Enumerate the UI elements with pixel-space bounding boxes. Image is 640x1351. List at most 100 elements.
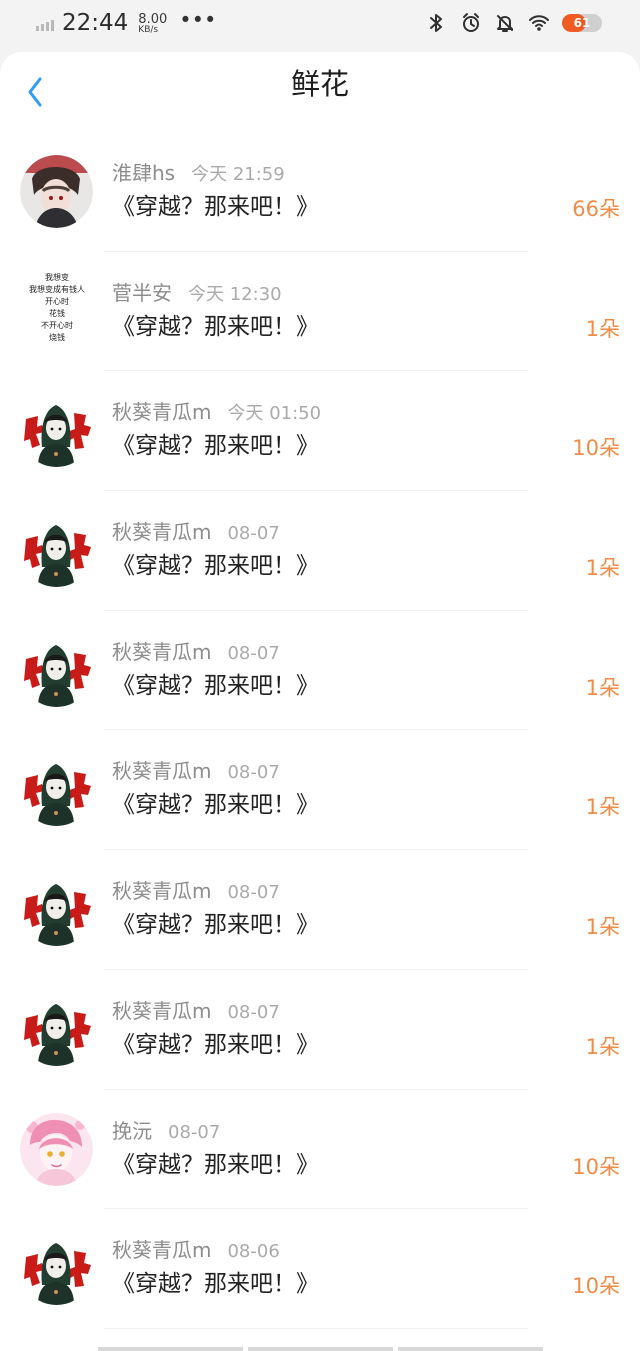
hooded-character-icon bbox=[20, 873, 93, 947]
user-avatar[interactable] bbox=[20, 1232, 93, 1306]
timestamp: 08-07 bbox=[227, 1001, 280, 1023]
item-meta: 秋葵青瓜m 今天 01:50 bbox=[112, 402, 321, 423]
bottom-strip-segment bbox=[247, 1347, 393, 1351]
avatar-text-line: 花钱 bbox=[49, 308, 65, 318]
list-item[interactable]: 秋葵青瓜m 08-07 《穿越？那来吧！》 1朵 bbox=[0, 850, 640, 970]
user-avatar[interactable] bbox=[20, 1112, 93, 1186]
book-title: 《穿越？那来吧！》 bbox=[112, 1151, 319, 1178]
status-left: 22:44 8.00 KB/s ••• bbox=[36, 8, 217, 36]
page-title: 鲜花 bbox=[290, 67, 349, 101]
book-title: 《穿越？那来吧！》 bbox=[112, 912, 319, 939]
list-item[interactable]: 挽沅 08-07 《穿越？那来吧！》 10朵 bbox=[0, 1090, 640, 1210]
flower-count: 1朵 bbox=[585, 556, 620, 581]
status-right: 61 bbox=[426, 12, 602, 34]
list-item[interactable]: 淮肆hs 今天 21:59 《穿越？那来吧！》 66朵 bbox=[0, 132, 640, 252]
list-item[interactable]: 秋葵青瓜m 08-07 《穿越？那来吧！》 1朵 bbox=[0, 730, 640, 850]
username: 秋葵青瓜m bbox=[112, 998, 212, 1023]
battery-level: 61 bbox=[573, 16, 591, 30]
hooded-character-icon bbox=[20, 514, 93, 588]
flower-count: 1朵 bbox=[585, 1034, 620, 1059]
username: 秋葵青瓜m bbox=[112, 1238, 212, 1263]
flower-count: 1朵 bbox=[585, 915, 620, 940]
wifi-icon bbox=[528, 12, 550, 34]
item-meta: 秋葵青瓜m 08-07 bbox=[112, 761, 280, 782]
anime-avatar-icon bbox=[20, 155, 93, 228]
timestamp: 08-07 bbox=[168, 1121, 221, 1143]
network-speed: 8.00 KB/s bbox=[138, 13, 167, 35]
text-avatar[interactable]: 我想变 我想变成有钱人 开心时 花钱 不开心时 烧钱 bbox=[21, 272, 93, 352]
timestamp: 08-07 bbox=[227, 762, 280, 784]
timestamp: 今天 01:50 bbox=[227, 403, 322, 425]
item-meta: 秋葵青瓜m 08-06 bbox=[112, 1240, 280, 1261]
item-meta: 菅半安 今天 12:30 bbox=[112, 283, 282, 304]
item-meta: 秋葵青瓜m 08-07 bbox=[112, 642, 280, 663]
flower-count: 10朵 bbox=[572, 436, 620, 461]
book-title: 《穿越？那来吧！》 bbox=[112, 792, 319, 819]
hooded-character-icon bbox=[20, 992, 93, 1066]
list-item[interactable]: 秋葵青瓜m 08-07 《穿越？那来吧！》 1朵 bbox=[0, 970, 640, 1090]
flower-count: 1朵 bbox=[585, 316, 620, 341]
book-title: 《穿越？那来吧！》 bbox=[112, 1031, 319, 1058]
bottom-strip-segment bbox=[97, 1347, 243, 1351]
user-avatar[interactable] bbox=[20, 992, 93, 1066]
book-title: 《穿越？那来吧！》 bbox=[112, 1271, 319, 1298]
timestamp: 今天 12:30 bbox=[188, 283, 282, 305]
book-title: 《穿越？那来吧！》 bbox=[112, 672, 319, 699]
user-avatar[interactable] bbox=[20, 514, 93, 588]
list-item[interactable]: 秋葵青瓜m 08-07 《穿越？那来吧！》 1朵 bbox=[0, 491, 640, 611]
book-title: 《穿越？那来吧！》 bbox=[112, 194, 319, 220]
network-speed-unit: KB/s bbox=[138, 24, 159, 35]
list-item[interactable]: 秋葵青瓜m 08-07 《穿越？那来吧！》 1朵 bbox=[0, 611, 640, 731]
avatar-text-line: 我想变 bbox=[45, 272, 69, 282]
flower-count: 1朵 bbox=[585, 795, 620, 820]
user-avatar[interactable] bbox=[20, 753, 93, 827]
hooded-character-icon bbox=[20, 633, 93, 707]
bluetooth-icon bbox=[426, 12, 448, 34]
username: 秋葵青瓜m bbox=[112, 879, 212, 904]
hooded-character-icon bbox=[20, 1232, 93, 1306]
user-avatar[interactable] bbox=[20, 155, 93, 228]
signal-icon bbox=[36, 19, 54, 31]
flower-count: 10朵 bbox=[572, 1274, 620, 1299]
list-item[interactable]: 秋葵青瓜m 08-06 《穿越？那来吧！》 10朵 bbox=[0, 1209, 640, 1329]
item-meta: 秋葵青瓜m 08-07 bbox=[112, 522, 280, 543]
user-avatar[interactable] bbox=[20, 633, 93, 707]
avatar-text-line: 我想变成有钱人 bbox=[29, 284, 85, 294]
timestamp: 今天 21:59 bbox=[191, 164, 285, 185]
username: 挽沅 bbox=[112, 1118, 152, 1143]
status-bar: 22:44 8.00 KB/s ••• 61 bbox=[0, 0, 640, 52]
hooded-character-icon bbox=[20, 753, 93, 827]
alarm-icon bbox=[460, 12, 482, 34]
flower-count: 1朵 bbox=[585, 675, 620, 700]
timestamp: 08-07 bbox=[227, 642, 280, 664]
username: 秋葵青瓜m bbox=[112, 520, 212, 545]
item-meta: 淮肆hs 今天 21:59 bbox=[112, 163, 285, 184]
username: 秋葵青瓜m bbox=[112, 639, 212, 664]
item-meta: 秋葵青瓜m 08-07 bbox=[112, 1001, 280, 1022]
avatar-text-line: 不开心时 bbox=[41, 320, 73, 330]
app-header: 鲜花 bbox=[0, 52, 640, 132]
network-speed-value: 8.00 bbox=[138, 11, 168, 27]
flower-count: 10朵 bbox=[572, 1154, 620, 1179]
book-title: 《穿越？那来吧！》 bbox=[112, 433, 319, 460]
user-avatar[interactable] bbox=[20, 394, 93, 468]
book-title: 《穿越？那来吧！》 bbox=[112, 313, 319, 340]
book-title: 《穿越？那来吧！》 bbox=[112, 553, 319, 580]
hooded-character-icon bbox=[20, 394, 93, 468]
status-time: 22:44 bbox=[62, 10, 129, 36]
timestamp: 08-06 bbox=[227, 1241, 280, 1263]
avatar-text-line: 烧钱 bbox=[49, 332, 65, 342]
username: 菅半安 bbox=[112, 280, 172, 305]
avatar-text-line: 开心时 bbox=[45, 296, 69, 306]
more-icon: ••• bbox=[179, 8, 217, 32]
user-avatar[interactable] bbox=[20, 873, 93, 947]
username: 秋葵青瓜m bbox=[112, 759, 212, 784]
bottom-strip-segment bbox=[397, 1347, 543, 1351]
list-item[interactable]: 秋葵青瓜m 今天 01:50 《穿越？那来吧！》 10朵 bbox=[0, 371, 640, 491]
item-meta: 挽沅 08-07 bbox=[112, 1121, 220, 1142]
flower-count: 66朵 bbox=[572, 197, 620, 221]
pink-hair-character-icon bbox=[20, 1112, 93, 1186]
username: 秋葵青瓜m bbox=[112, 400, 212, 425]
list-item[interactable]: 我想变 我想变成有钱人 开心时 花钱 不开心时 烧钱 菅半安 今天 12:30 … bbox=[0, 252, 640, 372]
battery-indicator: 61 bbox=[562, 14, 602, 32]
